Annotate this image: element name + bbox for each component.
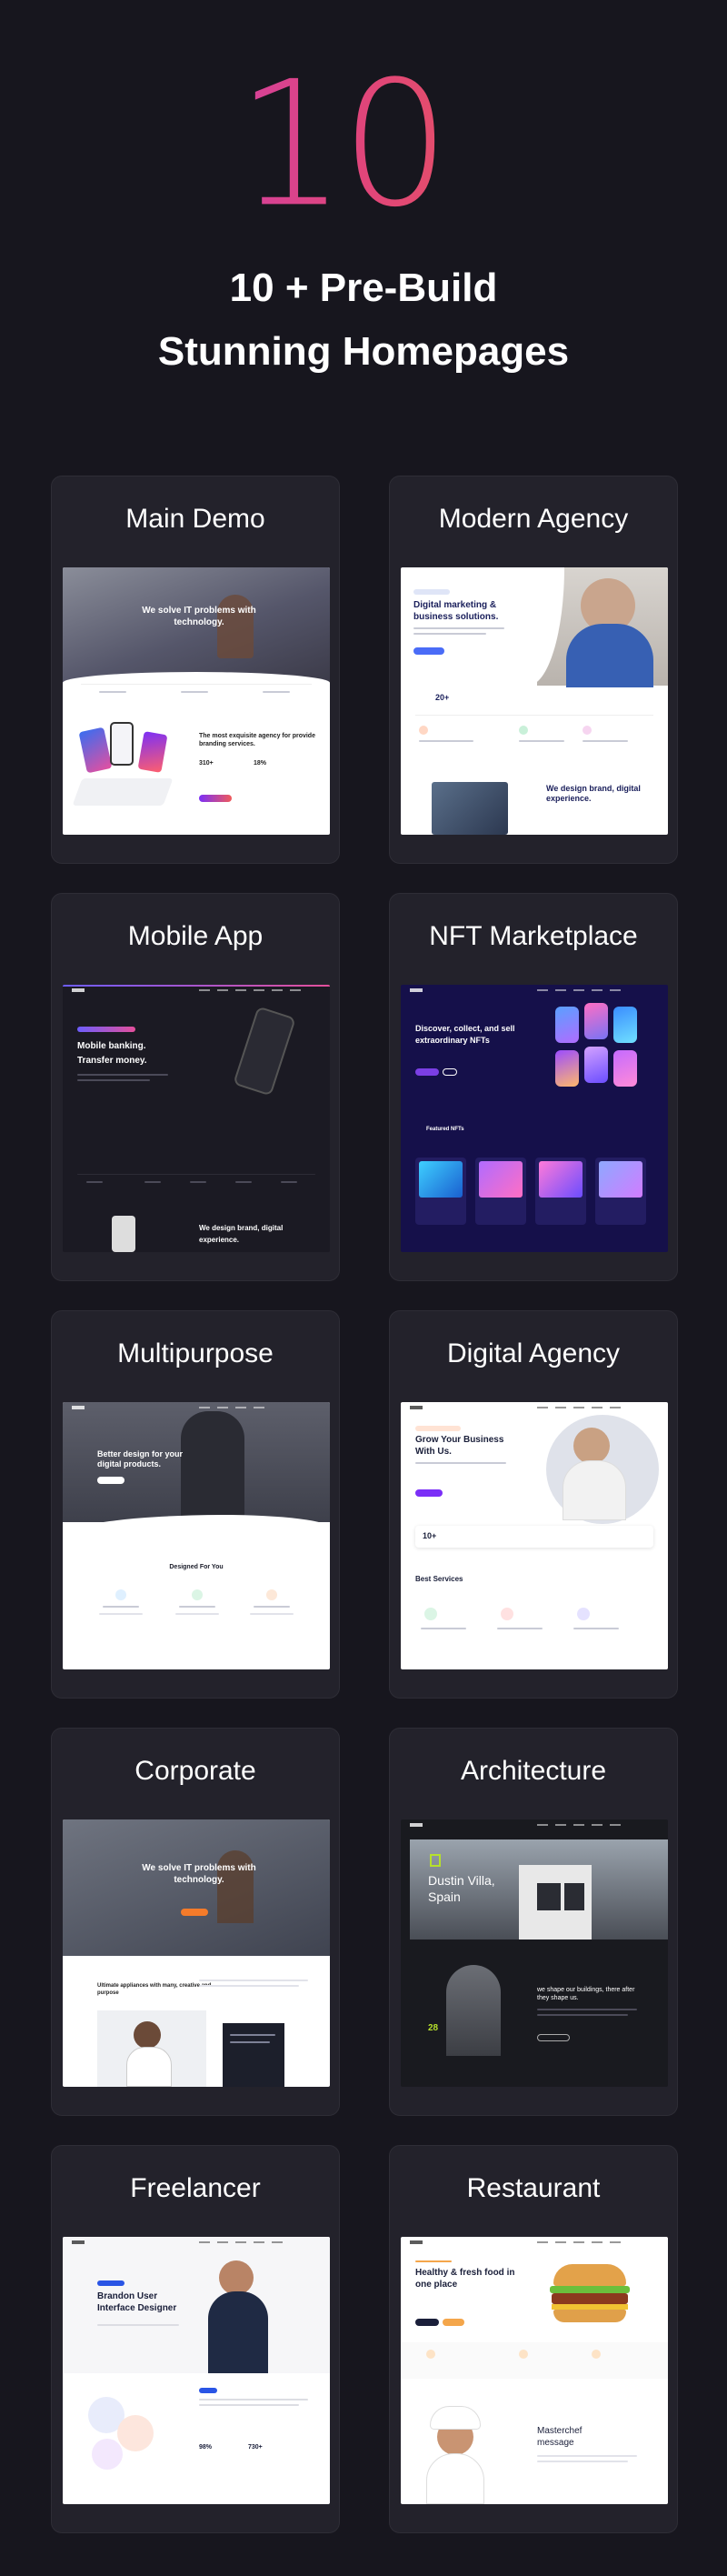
preview-stat: 28 xyxy=(428,2023,439,2033)
hero-headline: 10 + Pre-Build Stunning Homepages xyxy=(0,256,727,384)
demo-card-title: Corporate xyxy=(134,1756,256,1786)
demo-card-title: Architecture xyxy=(460,1756,607,1786)
preview-hero-text: Mobile banking. Transfer money. xyxy=(77,1041,147,1066)
demo-card-multipurpose[interactable]: Multipurpose Better design for your digi… xyxy=(51,1310,340,1699)
demo-preview-architecture: Dustin Villa, Spain 28 we shape our buil… xyxy=(401,1819,668,2087)
demo-card-architecture[interactable]: Architecture Dustin Villa, Spain 28 we s… xyxy=(389,1728,678,2116)
preview-stat-2: 18% xyxy=(254,760,267,767)
preview-stat-2: 730+ xyxy=(248,2444,263,2451)
demo-preview-nft: Discover, collect, and sell extraordinar… xyxy=(401,985,668,1252)
preview-section-title: Featured NFTs xyxy=(426,1127,464,1132)
demo-preview-digital-agency: Grow Your Business With Us. 10+ Best Ser… xyxy=(401,1402,668,1669)
preview-stat: 10+ xyxy=(423,1531,437,1540)
preview-stat-1: 98% xyxy=(199,2444,213,2451)
preview-hero-text: Dustin Villa, Spain xyxy=(428,1873,495,1905)
preview-stat-1: 310+ xyxy=(199,760,214,767)
hero-big-number: 10 + xyxy=(0,41,727,231)
demo-preview-freelancer: Brandon User Interface Designer 98% 730+ xyxy=(63,2237,330,2504)
preview-body-text: we shape our buildings, there after they… xyxy=(537,1987,635,2001)
demo-card-restaurant[interactable]: Restaurant Healthy & fresh food in one p… xyxy=(389,2145,678,2533)
demo-card-title: Modern Agency xyxy=(438,504,629,534)
demo-card-title: Mobile App xyxy=(127,921,264,951)
demo-preview-main-demo: We solve IT problems with technology. Th… xyxy=(63,567,330,835)
preview-hero-text: Digital marketing & business solutions. xyxy=(413,600,499,622)
demo-card-title: Multipurpose xyxy=(117,1338,274,1368)
headline-line-2: Stunning Homepages xyxy=(157,329,570,374)
preview-hero-text: We solve IT problems with technology. xyxy=(142,606,256,627)
demo-preview-corporate: We solve IT problems with technology. Ul… xyxy=(63,1819,330,2087)
preview-hero-text: Healthy & fresh food in one place xyxy=(415,2268,515,2290)
demo-card-title: NFT Marketplace xyxy=(429,921,638,951)
demo-card-corporate[interactable]: Corporate We solve IT problems with tech… xyxy=(51,1728,340,2116)
hero-section: 10 + 10 + Pre-Build Stunning Homepages xyxy=(0,0,727,382)
preview-hero-text: Better design for your digital products. xyxy=(97,1449,184,1469)
demo-card-title: Restaurant xyxy=(466,2173,601,2203)
demo-preview-restaurant: Healthy & fresh food in one place Master… xyxy=(401,2237,668,2504)
preview-body-text: We design brand, digital experience. xyxy=(199,1224,284,1244)
preview-hero-text: Discover, collect, and sell extraordinar… xyxy=(415,1024,515,1045)
preview-hero-text: We solve IT problems with technology. xyxy=(142,1863,256,1885)
preview-stat: 20+ xyxy=(435,693,450,702)
demo-card-nft-marketplace[interactable]: NFT Marketplace Discover, collect, and s… xyxy=(389,893,678,1281)
demo-preview-modern-agency: Digital marketing & business solutions. … xyxy=(401,567,668,835)
demo-card-freelancer[interactable]: Freelancer Brandon User Interface Design… xyxy=(51,2145,340,2533)
demo-card-mobile-app[interactable]: Mobile App Mobile banking. Transfer mone… xyxy=(51,893,340,1281)
demo-preview-mobile-app: Mobile banking. Transfer money. We desig… xyxy=(63,985,330,1252)
demo-card-title: Digital Agency xyxy=(446,1338,621,1368)
hero-plus-sign: + xyxy=(450,14,492,77)
demo-card-title: Main Demo xyxy=(125,504,265,534)
preview-body-text: We design brand, digital experience. xyxy=(546,784,641,804)
preview-body-text: Masterchef message xyxy=(537,2426,583,2448)
demo-card-main-demo[interactable]: Main Demo We solve IT problems with tech… xyxy=(51,476,340,864)
demo-preview-multipurpose: Better design for your digital products.… xyxy=(63,1402,330,1669)
demo-card-digital-agency[interactable]: Digital Agency Grow Your Business With U… xyxy=(389,1310,678,1699)
preview-section-title: Best Services xyxy=(415,1575,463,1583)
demo-card-title: Freelancer xyxy=(130,2173,261,2203)
preview-section-title: Designed For You xyxy=(169,1564,224,1570)
headline-line-1: 10 + Pre-Build xyxy=(229,266,498,310)
preview-hero-text: Grow Your Business With Us. xyxy=(415,1435,504,1457)
preview-hero-text: Brandon User Interface Designer xyxy=(97,2291,177,2313)
preview-body-title: The most exquisite agency for provide br… xyxy=(199,733,315,747)
demo-card-modern-agency[interactable]: Modern Agency Digital marketing & busine… xyxy=(389,476,678,864)
